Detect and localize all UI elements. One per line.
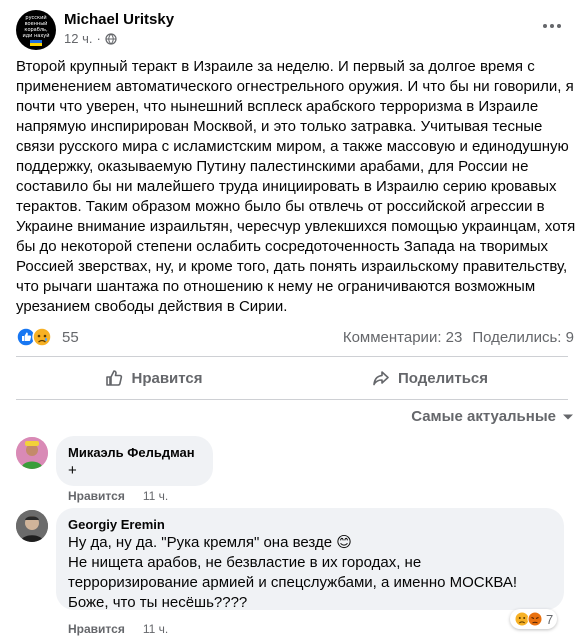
- post-body: Второй крупный теракт в Израиле за недел…: [16, 58, 576, 315]
- post-stats: Комментарии: 23 Поделились: 9: [343, 329, 574, 346]
- reaction-icons[interactable]: [16, 327, 56, 347]
- post-time[interactable]: 12 ч.: [64, 31, 92, 46]
- post-meta: 12 ч. ·: [64, 31, 117, 46]
- comment-text-line: терроризирование армией и спецслужбами, …: [68, 574, 518, 591]
- like-button[interactable]: Нравится: [16, 360, 292, 396]
- commenter-name[interactable]: Georgiy Eremin: [68, 516, 552, 533]
- comments-count[interactable]: Комментарии: 23: [343, 329, 463, 346]
- comment-actions: Нравится 11 ч.: [68, 489, 168, 503]
- comment-bubble: Georgiy Eremin Ну да, ну да. "Рука кремл…: [56, 508, 564, 611]
- reactions-count[interactable]: 55: [62, 329, 79, 346]
- comment-actions: Нравится 11 ч.: [68, 622, 168, 636]
- comment: Микаэль Фельдман + Нравится 11 ч.: [16, 436, 576, 506]
- comment-sort-dropdown[interactable]: Самые актуальные: [411, 408, 574, 425]
- commenter-name[interactable]: Микаэль Фельдман: [68, 444, 201, 461]
- more-options-icon[interactable]: [536, 14, 568, 38]
- divider: [16, 356, 568, 357]
- commenter-avatar[interactable]: [16, 510, 48, 542]
- share-button-label: Поделиться: [397, 369, 489, 387]
- reactions-summary: 55 Комментарии: 23 Поделились: 9: [16, 326, 574, 350]
- comment-like-button[interactable]: Нравится: [68, 622, 125, 636]
- share-icon: [373, 371, 389, 386]
- chevron-down-icon: [563, 414, 573, 419]
- comment-bubble: Микаэль Фельдман +: [56, 436, 213, 486]
- sad-angry-reaction-icons: [514, 611, 543, 627]
- comment-text-line: Ну да, ну да. "Рука кремля" она везде 😊: [68, 534, 352, 551]
- action-bar: Нравится Поделиться: [16, 360, 568, 396]
- divider: [16, 399, 568, 400]
- like-button-label: Нравится: [131, 369, 203, 387]
- sort-label: Самые актуальные: [411, 408, 556, 425]
- flag-yellow: [30, 43, 42, 46]
- author-name[interactable]: Michael Uritsky: [64, 11, 174, 28]
- avatar-text: русский военный корабль, иди нахуй: [22, 15, 50, 39]
- sad-reaction-icon: [32, 327, 52, 347]
- comment-time[interactable]: 11 ч.: [143, 489, 168, 503]
- thumbs-up-icon: [106, 370, 123, 386]
- comment-reactions[interactable]: 7: [510, 609, 558, 629]
- commenter-avatar[interactable]: [16, 437, 48, 469]
- globe-icon[interactable]: [105, 32, 117, 45]
- shares-count[interactable]: Поделились: 9: [472, 329, 574, 346]
- comment-text-line: Боже, что ты несёшь????: [68, 594, 248, 611]
- comment-text: +: [68, 462, 77, 479]
- author-avatar[interactable]: русский военный корабль, иди нахуй: [16, 10, 56, 50]
- comment-text-line: Не нищета арабов, не безвластие в их гор…: [68, 554, 422, 571]
- share-button[interactable]: Поделиться: [292, 360, 568, 396]
- post-header: русский военный корабль, иди нахуй Micha…: [16, 8, 568, 52]
- comment-reactions-count: 7: [546, 611, 554, 627]
- comment-like-button[interactable]: Нравится: [68, 489, 125, 503]
- comment: Georgiy Eremin Ну да, ну да. "Рука кремл…: [16, 508, 576, 638]
- comment-time[interactable]: 11 ч.: [143, 622, 168, 636]
